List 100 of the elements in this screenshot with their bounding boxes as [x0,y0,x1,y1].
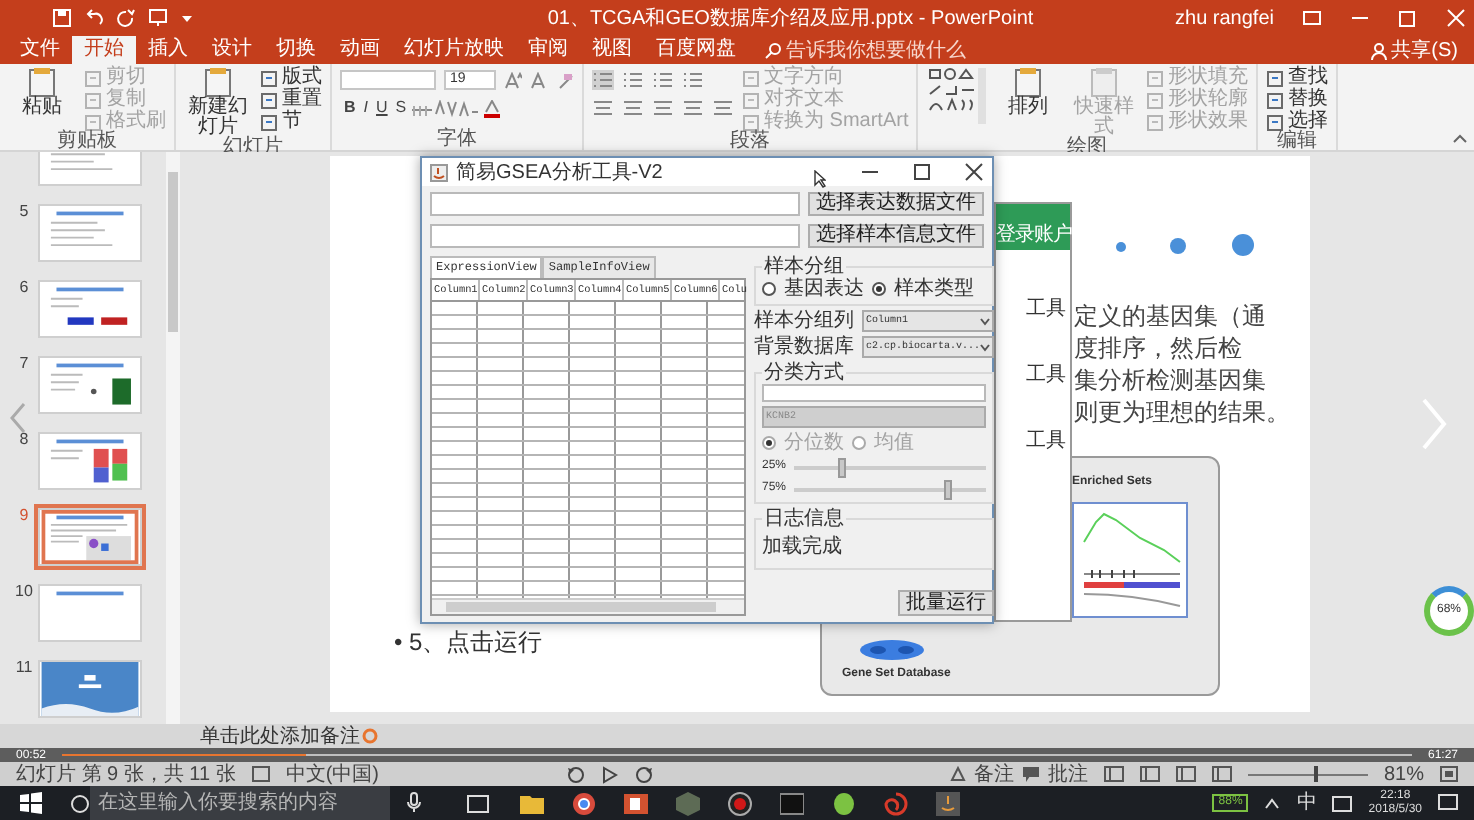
language-indicator[interactable]: 中文(中国) [285,763,380,785]
search-circle-icon[interactable] [70,793,90,813]
run-button[interactable]: 批量运行 [898,590,995,616]
reading-view-icon[interactable] [1175,766,1196,782]
ribbon-tab[interactable]: 动画 [328,36,392,64]
input-method-indicator[interactable]: 中 [1296,792,1317,814]
align-right-icon[interactable] [652,98,674,118]
slideshow-icon[interactable] [1211,766,1232,782]
ribbon-button[interactable]: 替换 [1266,90,1329,110]
ribbon-tab[interactable]: 百度网盘 [644,36,748,64]
leaf-icon[interactable] [832,791,856,815]
ribbon-button[interactable]: 粘贴 [8,66,76,132]
record-icon[interactable] [728,791,752,815]
notification-icon[interactable] [1438,794,1458,812]
slide-thumbnail[interactable] [38,204,142,262]
fit-slide-icon[interactable] [1440,766,1458,782]
terminal-icon[interactable] [780,791,804,815]
align-left-icon[interactable] [592,98,614,118]
redo-icon[interactable] [116,8,136,28]
shrink-font-icon[interactable] [530,71,548,89]
align-center-icon[interactable] [622,98,644,118]
ribbon-button[interactable]: 查找 [1266,68,1329,88]
ribbon-options-icon[interactable] [1302,8,1322,28]
notes-placeholder[interactable]: 单击此处添加备注 [200,725,360,747]
numbered-list-icon[interactable] [622,70,644,90]
notes-icon[interactable] [949,766,966,782]
scrollbar[interactable] [166,152,180,724]
ribbon-tab[interactable]: 视图 [580,36,644,64]
slide-thumbnail[interactable] [38,432,142,490]
horizontal-scrollbar[interactable] [432,598,744,614]
presentation-icon[interactable] [148,8,168,28]
slide-thumbnail[interactable] [38,660,142,718]
caret-up-icon[interactable] [1264,797,1281,809]
collapse-ribbon-icon[interactable] [1452,130,1468,146]
scrollbar-thumb[interactable] [168,172,178,332]
restore-icon[interactable] [1398,8,1418,28]
forward-icon[interactable] [633,765,654,783]
ribbon-tab[interactable]: 插入 [136,36,200,64]
ribbon-tab[interactable]: 切换 [264,36,328,64]
list-item[interactable]: 工具 [996,298,1070,320]
file-path-field[interactable] [430,224,800,248]
ribbon-tab[interactable]: 设计 [200,36,264,64]
zoom-thumb[interactable] [1313,766,1318,782]
slide-sorter-icon[interactable] [1139,766,1160,782]
keyboard-icon[interactable] [1332,795,1353,811]
notes-button[interactable]: 备注 [973,763,1014,785]
format-button[interactable]: S [391,98,411,118]
ribbon-tab[interactable]: 幻灯片放映 [392,36,516,64]
ribbon-tab[interactable]: 开始 [72,36,136,64]
choose-file-button[interactable]: 选择表达数据文件 [808,192,984,216]
normal-view-icon[interactable] [1103,766,1124,782]
font-name-field[interactable] [340,70,436,90]
account-link[interactable]: 登录账户 [996,204,1070,250]
ribbon-button[interactable]: 选择 [1266,112,1329,132]
slide-thumbnail[interactable] [38,584,142,642]
ribbon-button[interactable]: 版式 [260,68,322,88]
ribbon-tab[interactable]: 审阅 [516,36,580,64]
start-icon[interactable] [20,792,42,814]
change-case-icon[interactable] [458,99,483,117]
cube-icon[interactable] [676,791,700,815]
outdent-icon[interactable] [682,70,704,90]
ribbon-button[interactable]: 重置 [260,90,322,110]
text-field[interactable] [762,384,987,402]
file-path-field[interactable] [430,192,800,216]
rewind-icon[interactable] [565,765,586,783]
zoom-slider[interactable] [1247,766,1368,782]
folder-icon[interactable] [520,791,544,815]
grow-font-icon[interactable] [504,71,522,89]
choose-file-button[interactable]: 选择样本信息文件 [808,224,984,248]
ribbon-button[interactable]: 节 [260,112,322,132]
format-button[interactable]: I [359,98,373,118]
swirl-icon[interactable] [884,791,908,815]
ribbon-tab[interactable]: 文件 [8,36,72,64]
globe-icon[interactable] [572,791,596,815]
clear-format-icon[interactable] [556,71,574,89]
format-button[interactable]: B [340,98,360,118]
list-item[interactable]: 工具 [996,364,1070,386]
justify-icon[interactable] [682,98,704,118]
play-icon[interactable] [601,765,618,783]
task-view-icon[interactable] [466,791,490,815]
undo-icon[interactable] [84,8,104,28]
indent-icon[interactable] [652,70,674,90]
save-icon[interactable] [52,8,72,28]
ribbon-button[interactable]: 排列 [994,66,1063,138]
slide-thumbnail[interactable] [38,508,142,566]
comments-button[interactable]: 批注 [1047,763,1088,785]
ribbon-button[interactable]: 新建幻灯片 [184,66,252,138]
slide-thumbnail[interactable] [38,280,142,338]
radio-button[interactable] [872,282,886,296]
spacing-icon[interactable] [434,99,459,117]
comment-icon[interactable] [1021,766,1040,782]
java-app-icon[interactable] [936,791,960,815]
maximize-icon[interactable] [912,162,932,182]
share-button[interactable]: 共享(S) [1391,39,1458,61]
slides-app-icon[interactable] [624,791,648,815]
radio-button[interactable] [762,282,776,296]
spellcheck-icon[interactable] [251,766,270,782]
font-color-icon[interactable] [482,99,503,117]
tell-me-field[interactable]: 告诉我你想要做什么 [786,39,1006,61]
slide-thumbnail[interactable] [38,356,142,414]
